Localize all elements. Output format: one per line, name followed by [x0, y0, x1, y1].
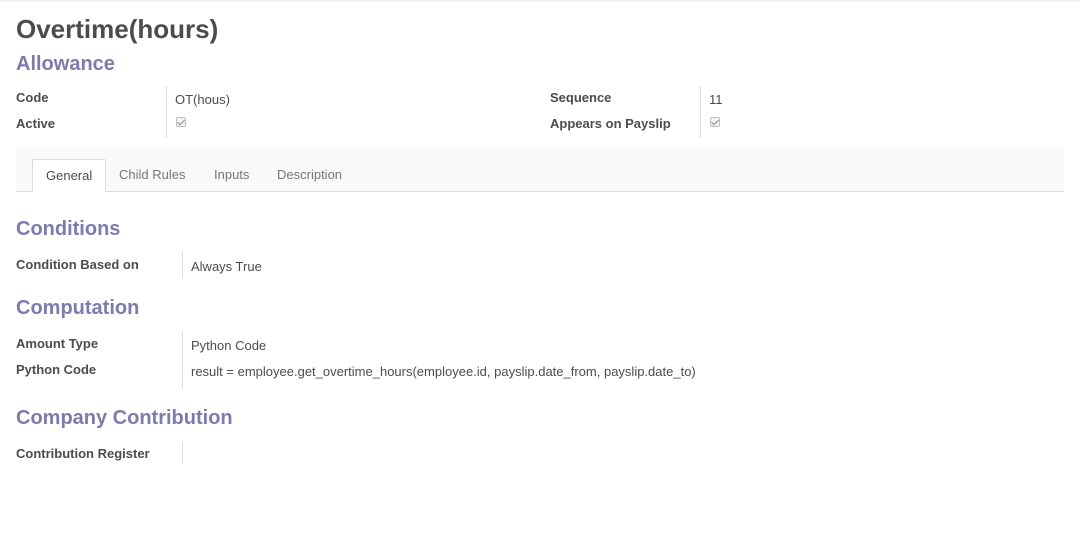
- computation-divider: [182, 332, 183, 388]
- sequence-label: Sequence: [550, 90, 612, 105]
- form-sheet: Overtime(hours) Allowance Code OT(hous) …: [0, 0, 1080, 555]
- condition-based-on-value[interactable]: Always True: [191, 259, 262, 274]
- amount-type-label: Amount Type: [16, 336, 99, 351]
- python-code-label: Python Code: [16, 362, 97, 377]
- header-right-divider: [700, 86, 701, 138]
- active-label: Active: [16, 116, 56, 131]
- code-value[interactable]: OT(hous): [175, 92, 230, 107]
- active-checkbox[interactable]: [176, 117, 186, 127]
- appears-on-payslip-checkbox[interactable]: [710, 117, 720, 127]
- contribution-register-label: Contribution Register: [16, 446, 150, 461]
- amount-type-value[interactable]: Python Code: [191, 338, 266, 353]
- sequence-value[interactable]: 11: [709, 92, 723, 107]
- python-code-value[interactable]: result = employee.get_overtime_hours(emp…: [191, 364, 696, 379]
- record-title: Overtime(hours): [16, 14, 219, 44]
- record-category[interactable]: Allowance: [16, 53, 115, 76]
- tab-inputs[interactable]: Inputs: [201, 159, 262, 191]
- tab-description[interactable]: Description: [264, 159, 355, 191]
- conditions-divider: [182, 252, 183, 278]
- contribution-divider: [182, 442, 183, 464]
- computation-title: Computation: [16, 297, 140, 319]
- appears-on-payslip-label: Appears on Payslip: [550, 116, 671, 131]
- tab-child-rules[interactable]: Child Rules: [106, 159, 198, 191]
- header-left-divider: [166, 86, 167, 138]
- top-shadow: [0, 0, 1080, 3]
- conditions-title: Conditions: [16, 218, 121, 240]
- company-contribution-title: Company Contribution: [16, 407, 233, 429]
- tab-general[interactable]: General: [32, 159, 107, 192]
- code-label: Code: [16, 90, 49, 105]
- condition-based-on-label: Condition Based on: [16, 257, 139, 272]
